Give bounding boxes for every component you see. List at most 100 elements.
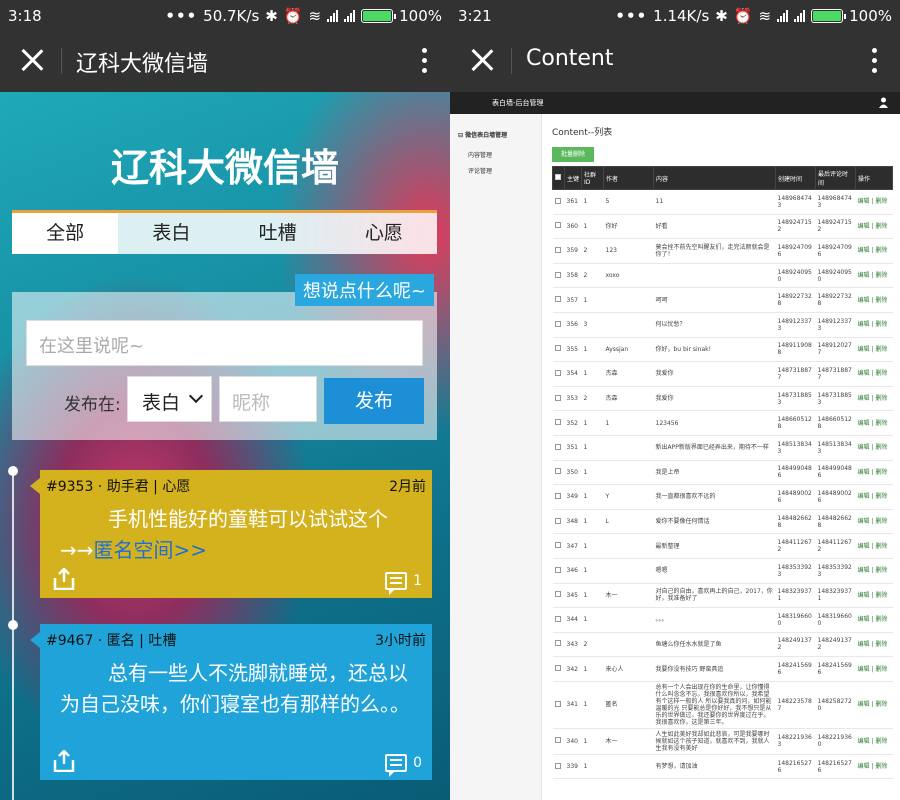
row-actions[interactable]: 编辑 | 删除 <box>855 460 893 486</box>
table-cell: 我要你没有技巧 野蛮具追 <box>653 656 776 682</box>
row-actions[interactable]: 编辑 | 删除 <box>855 410 893 436</box>
post-card[interactable]: #9353 · 助手君 | 心愿 2月前 手机性能好的童鞋可以试试这个→→匿名空… <box>30 470 432 598</box>
user-icon[interactable] <box>879 97 888 108</box>
row-checkbox[interactable] <box>552 386 565 412</box>
close-icon[interactable] <box>18 46 46 74</box>
row-actions[interactable]: 编辑 | 删除 <box>855 484 893 510</box>
row-actions[interactable]: 编辑 | 删除 <box>855 287 893 313</box>
row-checkbox[interactable] <box>552 607 565 633</box>
row-actions[interactable]: 编辑 | 删除 <box>855 263 893 289</box>
table-cell: 1 <box>581 361 604 387</box>
battery-percent: 100% <box>399 7 442 25</box>
row-checkbox[interactable] <box>552 558 565 584</box>
row-checkbox[interactable] <box>552 410 565 436</box>
row-actions[interactable]: 编辑 | 删除 <box>855 386 893 412</box>
row-actions[interactable]: 编辑 | 删除 <box>855 558 893 584</box>
phone-screen-admin: 3:21 ••• 1.14K/s ✱ ⏰ ≋ 100% Content 表白墙-… <box>450 0 900 800</box>
comment-count[interactable]: 1 <box>385 572 422 595</box>
admin-brand: 表白墙-后台管理 <box>492 99 544 107</box>
table-cell: 1484112672 <box>815 533 856 559</box>
page-title: 辽科大微信墙 <box>76 52 209 77</box>
table-cell: 1483196600 <box>775 607 816 633</box>
row-actions[interactable]: 编辑 | 删除 <box>855 238 893 264</box>
timeline-line <box>12 470 14 800</box>
row-checkbox[interactable] <box>552 632 565 658</box>
row-actions[interactable]: 编辑 | 删除 <box>855 632 893 658</box>
row-actions[interactable]: 编辑 | 删除 <box>855 533 893 559</box>
table-cell: 353 <box>564 386 582 412</box>
tab-all[interactable]: 全部 <box>12 213 119 254</box>
row-actions[interactable]: 编辑 | 删除 <box>855 312 893 338</box>
post-card[interactable]: #9467 · 匿名 | 吐槽 3小时前 总有一些人不洗脚就睡觉，还总以为自己没… <box>30 624 432 780</box>
row-actions[interactable]: 编辑 | 删除 <box>855 189 893 215</box>
row-actions[interactable]: 编辑 | 删除 <box>855 681 893 729</box>
table-cell: 1489123373 <box>815 312 856 338</box>
table-cell: 340 <box>564 728 582 755</box>
publish-button[interactable]: 发布 <box>324 378 424 424</box>
row-actions[interactable]: 编辑 | 删除 <box>855 509 893 535</box>
row-actions[interactable]: 编辑 | 删除 <box>855 583 893 609</box>
admin-sidebar: ⊟ 微信表白墙管理 内容管理 评论管理 <box>450 114 542 800</box>
post-textarea[interactable]: 在这里说呢~ <box>26 320 423 366</box>
row-actions[interactable]: 编辑 | 删除 <box>855 728 893 755</box>
table-cell: 2 <box>581 238 604 264</box>
row-actions[interactable]: 编辑 | 删除 <box>855 656 893 682</box>
row-actions[interactable]: 编辑 | 删除 <box>855 754 893 780</box>
row-checkbox[interactable] <box>552 728 565 755</box>
anon-space-link[interactable]: 匿名空间>> <box>94 538 208 562</box>
row-checkbox[interactable] <box>552 435 565 461</box>
nickname-input[interactable]: 昵称 <box>219 376 317 422</box>
close-icon[interactable] <box>468 46 496 74</box>
sidebar-group-wall[interactable]: ⊟ 微信表白墙管理 <box>458 130 507 139</box>
row-checkbox[interactable] <box>552 754 565 780</box>
share-icon[interactable] <box>52 568 76 590</box>
share-icon[interactable] <box>52 750 76 772</box>
table-cell: 我爱你 <box>653 361 776 387</box>
row-checkbox[interactable] <box>552 533 565 559</box>
sidebar-item-comments[interactable]: 评论管理 <box>468 166 492 175</box>
alarm-icon: ⏰ <box>283 7 303 25</box>
table-cell: 对自己的自由，喜欢再上的自己，2017，你好，我准备好了 <box>653 583 776 609</box>
tab-wish[interactable]: 心愿 <box>331 213 437 254</box>
table-cell: 好看 <box>653 214 776 240</box>
comment-count[interactable]: 0 <box>385 754 422 777</box>
table-cell: 3 <box>581 312 604 338</box>
row-checkbox[interactable] <box>552 460 565 486</box>
row-checkbox[interactable] <box>552 287 565 313</box>
row-checkbox[interactable] <box>552 263 565 289</box>
wall-page: 辽科大微信墙 全部 表白 吐槽 心愿 在这里说呢~ 发布在: 表白 昵称 发布 … <box>0 92 450 800</box>
category-select[interactable]: 表白 <box>127 376 212 422</box>
table-cell: 355 <box>564 337 582 363</box>
table-cell: 1483239371 <box>815 583 856 609</box>
sidebar-item-content[interactable]: 内容管理 <box>468 150 492 159</box>
table-cell: 来心人 <box>603 656 654 682</box>
row-checkbox[interactable] <box>552 681 565 729</box>
row-actions[interactable]: 编辑 | 删除 <box>855 435 893 461</box>
row-actions[interactable]: 编辑 | 删除 <box>855 361 893 387</box>
table-cell: 1483533923 <box>775 558 816 584</box>
row-checkbox[interactable] <box>552 583 565 609</box>
tab-confession[interactable]: 表白 <box>118 213 224 254</box>
row-checkbox[interactable] <box>552 337 565 363</box>
row-checkbox[interactable] <box>552 312 565 338</box>
row-checkbox[interactable] <box>552 509 565 535</box>
row-actions[interactable]: 编辑 | 删除 <box>855 337 893 363</box>
row-checkbox[interactable] <box>552 189 565 215</box>
table-cell: 1483239371 <box>775 583 816 609</box>
tab-complaint[interactable]: 吐槽 <box>225 213 331 254</box>
table-cell: 1487318877 <box>775 361 816 387</box>
row-checkbox[interactable] <box>552 214 565 240</box>
batch-delete-button[interactable]: 批量删除 <box>552 147 594 162</box>
row-actions[interactable]: 编辑 | 删除 <box>855 214 893 240</box>
row-checkbox[interactable] <box>552 238 565 264</box>
row-actions[interactable]: 编辑 | 删除 <box>855 607 893 633</box>
row-checkbox[interactable] <box>552 484 565 510</box>
table-cell: 1482491372 <box>775 632 816 658</box>
select-all-checkbox[interactable] <box>552 166 565 190</box>
more-menu-icon[interactable] <box>422 48 428 76</box>
table-row: 358 2 xoxo 1489240950 1489240950 编辑 | 删除 <box>552 263 893 289</box>
table-cell: 2 <box>581 386 604 412</box>
row-checkbox[interactable] <box>552 361 565 387</box>
more-menu-icon[interactable] <box>872 48 878 76</box>
row-checkbox[interactable] <box>552 656 565 682</box>
